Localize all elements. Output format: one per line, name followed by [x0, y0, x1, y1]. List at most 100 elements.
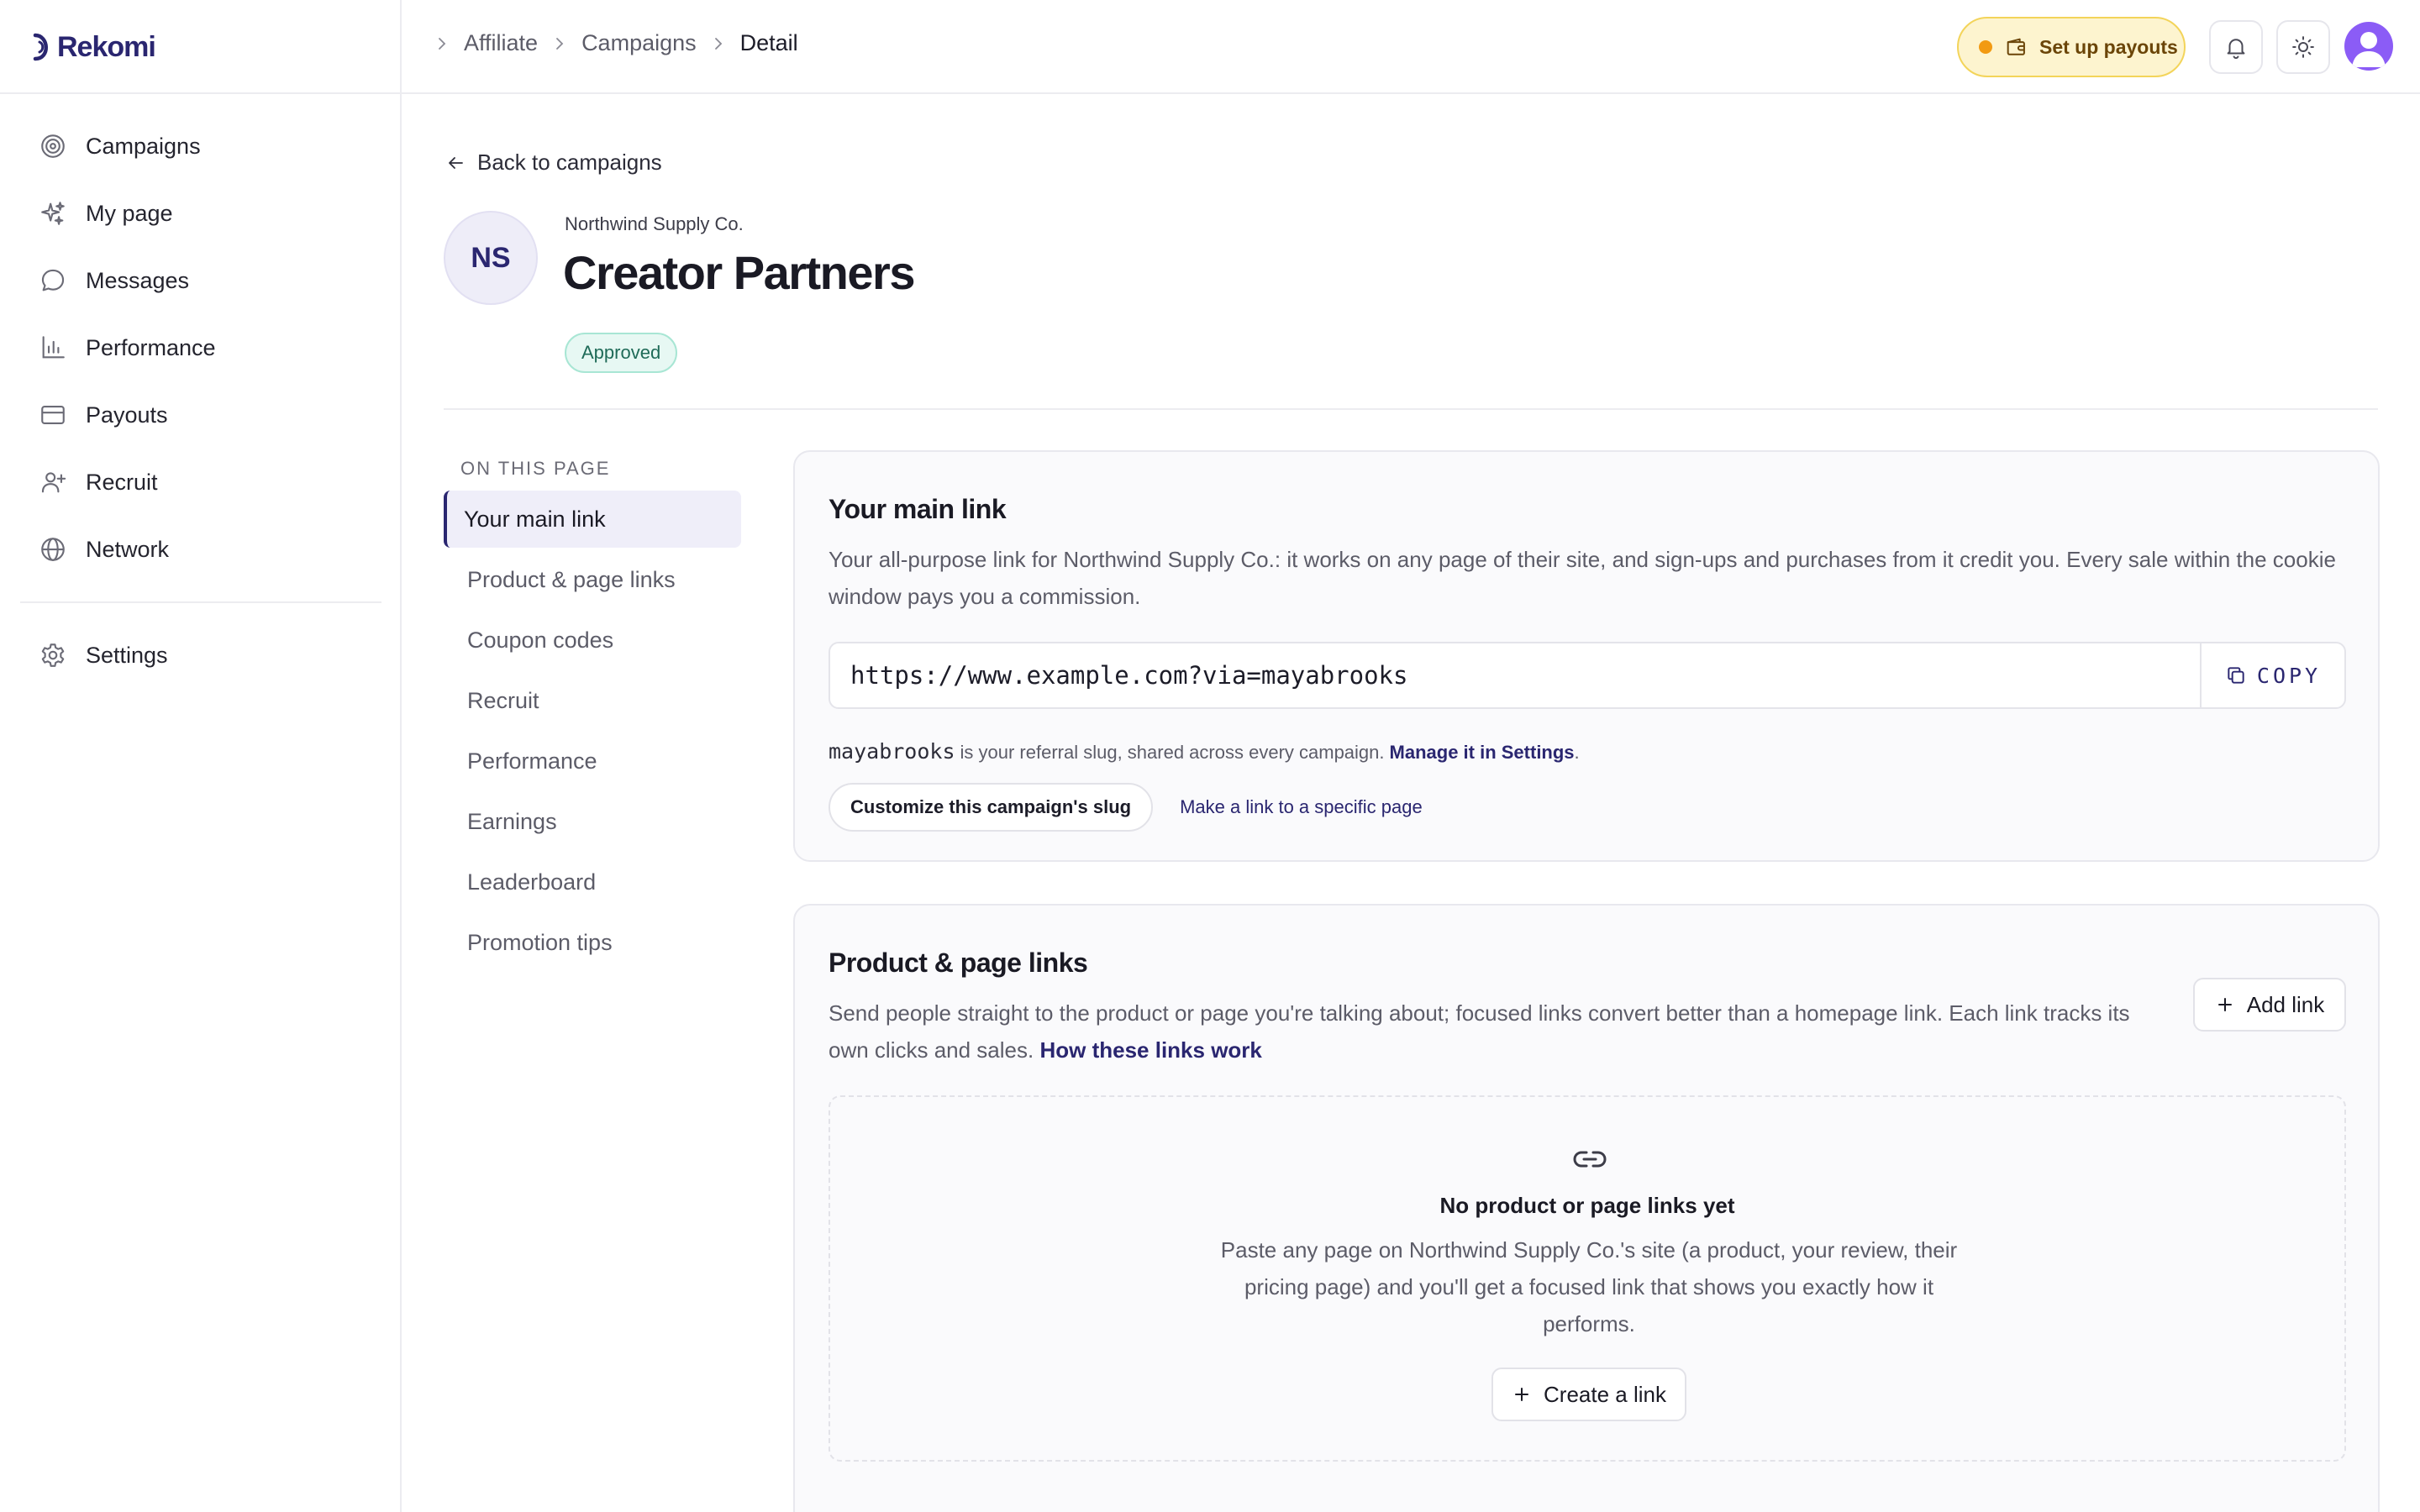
slug-info-period: .	[1574, 742, 1580, 763]
arrow-left-icon	[449, 156, 463, 169]
bar-chart-icon	[42, 336, 65, 359]
breadcrumb: Affiliate Campaigns Detail	[434, 30, 798, 56]
add-link-button[interactable]: Add link	[2193, 978, 2346, 1032]
sidebar-item-network[interactable]: Network	[20, 516, 381, 583]
sidebar-item-label: Network	[86, 536, 170, 562]
product-links-description-text: Send people straight to the product or p…	[829, 1000, 2130, 1063]
sidebar-item-label: Settings	[86, 642, 168, 668]
copy-button[interactable]: COPY	[2200, 643, 2344, 707]
logo-text: Rekomi	[57, 30, 156, 63]
slug-info: mayabrooks is your referral slug, shared…	[829, 739, 1580, 764]
main-link-description: Your all-purpose link for Northwind Supp…	[829, 547, 2336, 609]
sidebar-header-divider	[0, 92, 402, 94]
sidebar-item-label: Payouts	[86, 402, 168, 428]
toc-heading: ON THIS PAGE	[460, 458, 611, 479]
breadcrumb-campaigns[interactable]: Campaigns	[581, 30, 697, 56]
topbar: Affiliate Campaigns Detail Set up payout…	[402, 0, 2420, 94]
sidebar-item-label: Campaigns	[86, 133, 201, 159]
credit-card-icon	[41, 406, 65, 424]
setup-payouts-button[interactable]: Set up payouts	[1957, 17, 2186, 77]
plus-icon	[1515, 1388, 1529, 1401]
slug-info-text: is your referral slug, shared across eve…	[960, 742, 1385, 763]
link-icon	[1573, 1151, 1607, 1168]
back-to-campaigns-link[interactable]: Back to campaigns	[445, 150, 662, 176]
toc-item-promotion-tips[interactable]: Promotion tips	[444, 914, 741, 971]
slug-actions: Customize this campaign's slug Make a li…	[829, 783, 1423, 832]
on-this-page-nav: ON THIS PAGE Your main link Product & pa…	[444, 450, 741, 971]
sidebar-item-performance[interactable]: Performance	[20, 314, 381, 381]
sidebar-item-label: My page	[86, 200, 173, 226]
back-link-label: Back to campaigns	[477, 150, 662, 175]
sidebar-item-label: Recruit	[86, 469, 158, 495]
main-content: Back to campaigns NS Northwind Supply Co…	[402, 94, 2420, 1512]
referral-slug: mayabrooks	[829, 739, 955, 764]
product-links-title: Product & page links	[829, 948, 1088, 978]
plus-icon	[2217, 998, 2232, 1011]
company-name: Northwind Supply Co.	[565, 213, 744, 234]
sidebar: Rekomi Campaigns My page Messages Perfor…	[0, 0, 402, 1512]
brand-avatar: NS	[444, 211, 538, 305]
sidebar-item-settings[interactable]: Settings	[20, 622, 381, 689]
bell-icon	[2227, 39, 2245, 60]
copy-icon	[2228, 667, 2244, 684]
toc-item-earnings[interactable]: Earnings	[444, 793, 741, 850]
empty-state-description: Paste any page on Northwind Supply Co.'s…	[1220, 1237, 1958, 1336]
sidebar-item-payouts[interactable]: Payouts	[20, 381, 381, 449]
customize-slug-button[interactable]: Customize this campaign's slug	[829, 783, 1154, 832]
main-link-title: Your main link	[829, 494, 1007, 524]
create-link-label: Create a link	[1544, 1381, 1666, 1407]
sidebar-item-messages[interactable]: Messages	[20, 247, 381, 314]
toc-item-main-link[interactable]: Your main link	[444, 491, 741, 548]
empty-state: No product or page links yet Paste any p…	[829, 1095, 2346, 1462]
status-badge: Approved	[565, 333, 678, 373]
create-link-button[interactable]: Create a link	[1491, 1368, 1686, 1421]
chevron-right-icon	[556, 37, 564, 50]
wallet-icon	[2007, 38, 2025, 55]
sparkles-icon	[41, 202, 65, 225]
chevron-right-icon	[439, 37, 446, 50]
referral-url[interactable]: https://www.example.com?via=mayabrooks	[830, 643, 2200, 707]
user-avatar[interactable]	[2344, 22, 2393, 71]
sidebar-nav: Campaigns My page Messages Performance P…	[20, 113, 381, 583]
add-link-label: Add link	[2246, 991, 2325, 1017]
manage-in-settings-link[interactable]: Manage it in Settings	[1390, 742, 1575, 764]
product-links-description: Send people straight to the product or p…	[829, 995, 2173, 1068]
theme-toggle-button[interactable]	[2276, 20, 2330, 74]
breadcrumb-current: Detail	[739, 30, 798, 55]
toc-item-performance[interactable]: Performance	[444, 732, 741, 790]
sidebar-item-my-page[interactable]: My page	[20, 180, 381, 247]
breadcrumb-affiliate[interactable]: Affiliate	[464, 30, 538, 56]
specific-page-link[interactable]: Make a link to a specific page	[1180, 796, 1423, 818]
sun-icon	[2292, 36, 2314, 58]
sidebar-divider	[20, 601, 381, 603]
toc-item-recruit[interactable]: Recruit	[444, 672, 741, 729]
user-plus-icon	[41, 472, 66, 493]
header-divider	[444, 408, 2378, 410]
sidebar-item-label: Performance	[86, 334, 216, 360]
gear-icon	[41, 643, 65, 667]
logo[interactable]: Rekomi	[30, 29, 156, 66]
referral-url-field: https://www.example.com?via=mayabrooks C…	[829, 642, 2346, 709]
main-link-card: Your main link Your all-purpose link for…	[793, 450, 2380, 862]
globe-icon	[41, 538, 65, 561]
sidebar-item-campaigns[interactable]: Campaigns	[20, 113, 381, 180]
chevron-right-icon	[714, 37, 722, 50]
chat-bubble-icon	[41, 269, 65, 291]
copy-label: COPY	[2256, 663, 2322, 688]
sidebar-bottom-nav: Settings	[20, 622, 381, 689]
sidebar-item-label: Messages	[86, 267, 190, 293]
toc-item-coupon-codes[interactable]: Coupon codes	[444, 612, 741, 669]
target-icon	[41, 134, 65, 158]
alert-dot-icon	[1979, 40, 1992, 54]
logo-mark-icon	[33, 33, 48, 61]
setup-payouts-label: Set up payouts	[2039, 35, 2178, 58]
how-links-work-link[interactable]: How these links work	[1039, 1037, 1261, 1063]
product-links-card: Product & page links Send people straigh…	[793, 904, 2380, 1512]
empty-state-title: No product or page links yet	[1439, 1193, 1735, 1218]
page-title: Creator Partners	[563, 246, 915, 299]
user-avatar-icon	[2352, 32, 2386, 67]
sidebar-item-recruit[interactable]: Recruit	[20, 449, 381, 516]
toc-item-product-links[interactable]: Product & page links	[444, 551, 741, 608]
notifications-button[interactable]	[2209, 20, 2263, 74]
toc-item-leaderboard[interactable]: Leaderboard	[444, 853, 741, 911]
